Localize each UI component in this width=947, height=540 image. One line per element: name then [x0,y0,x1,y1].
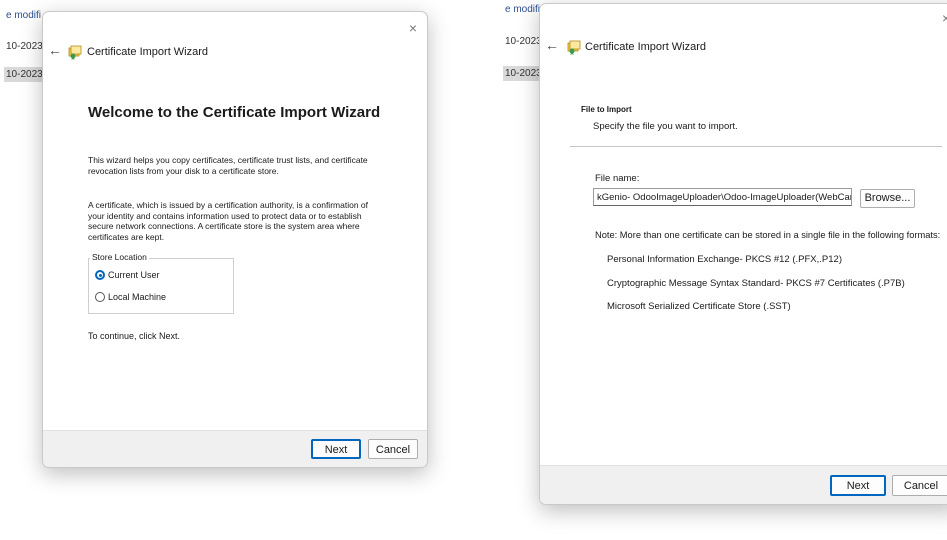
certificate-description: A certificate, which is issued by a cert… [88,200,368,242]
next-button[interactable]: Next [830,475,886,496]
format-item: Microsoft Serialized Certificate Store (… [607,301,791,312]
page-title: Welcome to the Certificate Import Wizard [88,104,381,121]
close-icon[interactable]: × [409,21,417,35]
cancel-button[interactable]: Cancel [892,475,947,496]
section-subtitle: Specify the file you want to import. [593,121,738,132]
cancel-button[interactable]: Cancel [368,439,418,459]
intro-paragraph: This wizard helps you copy certificates,… [88,155,368,176]
radio-selected-icon[interactable] [95,270,105,280]
bg-column-header-right: e modifi [505,4,541,15]
format-item: Cryptographic Message Syntax Standard- P… [607,278,905,289]
browse-button[interactable]: Browse... [860,189,915,208]
formats-note: Note: More than one certificate can be s… [595,230,941,240]
back-arrow-left[interactable]: ← [48,43,62,57]
certificate-import-wizard-file: × Certificate Import Wizard File to Impo… [539,3,947,505]
file-name-label: File name: [595,173,640,184]
bg-row-right-1: 10-2023 [505,36,542,47]
certificate-icon [567,40,581,55]
wizard-footer: Next Cancel [43,430,427,467]
radio-unselected-icon[interactable] [95,292,105,302]
continue-instruction: To continue, click Next. [88,331,181,341]
bg-row-left-1: 10-2023 [6,41,43,52]
bg-column-header-left: e modifi [6,10,42,21]
store-location-group [88,258,234,314]
bg-row-left-2: 10-2023 [4,67,44,82]
back-arrow-right[interactable]: ← [545,38,559,52]
wizard-footer: Next Cancel [540,465,947,504]
window-title: Certificate Import Wizard [87,46,209,58]
separator [570,146,942,147]
close-icon[interactable]: × [942,11,947,25]
section-title: File to Import [581,105,632,114]
file-name-field[interactable]: kGenio- OdooImageUploader\Odoo-ImageUplo… [593,188,852,206]
bg-row-right-2: 10-2023 [503,66,543,81]
certificate-import-wizard-welcome: × Certificate Import Wizard Welcome to t… [42,11,428,468]
window-title: Certificate Import Wizard [585,41,707,53]
radio-local-machine[interactable]: Local Machine [95,292,166,302]
radio-local-machine-label: Local Machine [108,292,167,302]
certificate-icon [68,45,82,60]
format-item: Personal Information Exchange- PKCS #12 … [607,254,842,265]
radio-current-user[interactable]: Current User [95,270,160,280]
store-location-label: Store Location [90,252,149,262]
next-button[interactable]: Next [311,439,361,459]
radio-current-user-label: Current User [108,270,160,280]
